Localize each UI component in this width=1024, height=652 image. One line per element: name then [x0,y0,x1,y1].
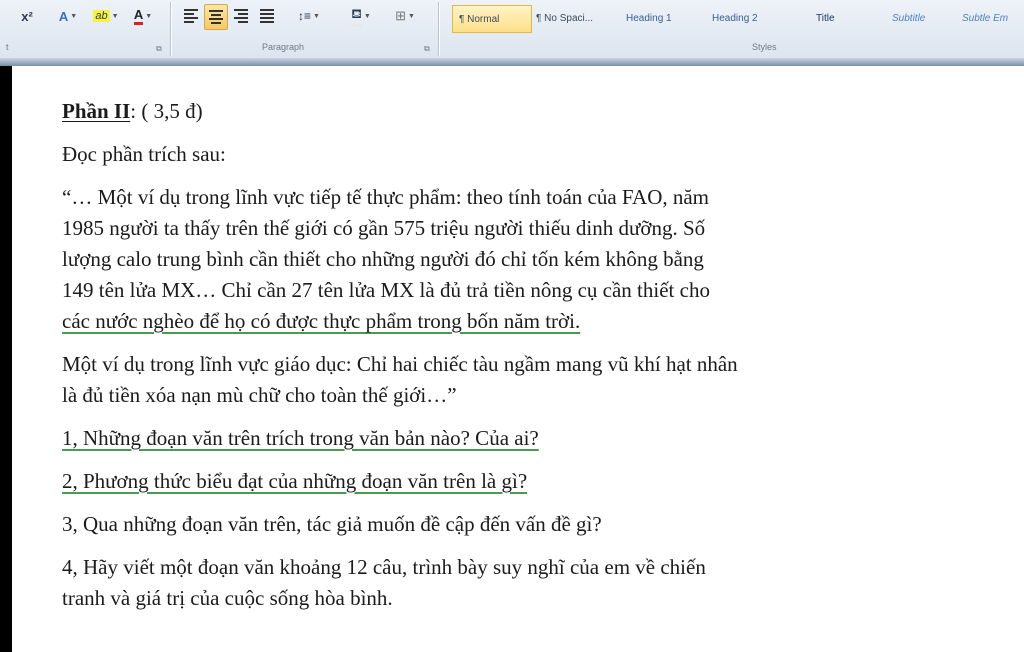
quote-line: 1985 người ta thấy trên thế giới có gần … [62,216,706,240]
justify-icon [260,9,274,23]
style-subtle-emphasis-label: Subtle Em [962,12,1009,24]
style-subtitle[interactable]: Subtitle [892,5,952,31]
ribbon: x² A ▼ ab ▼ A ▼ ⧉ t ↕≡ ▼ ⛾ ▼ ⊞ ▼ Paragraph ⧉ ¶… [0,0,1024,63]
align-center-button[interactable] [204,4,228,30]
question-line: 4, Hãy viết một đoạn văn khoảng 12 câu, … [62,555,706,579]
text-effects-button[interactable]: A ▼ [52,4,84,28]
borders-button[interactable]: ⊞ ▼ [388,4,422,28]
style-heading-2-label: Heading 2 [712,12,758,24]
chevron-down-icon: ▼ [407,12,415,20]
question-3: 3, Qua những đoạn văn trên, tác giả muốn… [62,509,902,540]
style-heading-1[interactable]: Heading 1 [626,5,696,31]
quote-line: lượng calo trung bình cần thiết cho nhữn… [62,247,704,271]
text-effects-icon: A [58,8,69,24]
question-text: 3, Qua những đoạn văn trên, tác giả muốn… [62,512,602,536]
clear-formatting-button[interactable]: x² [14,4,40,28]
align-left-button[interactable] [180,4,202,28]
quote-line: 149 tên lửa MX… Chỉ cần 27 tên lửa MX là… [62,278,710,302]
highlighter-icon: ab [93,10,110,22]
intro-paragraph: Đọc phần trích sau: [62,142,226,166]
align-right-icon [234,9,248,23]
justify-button[interactable] [256,4,278,28]
chevron-down-icon: ▼ [70,12,78,20]
question-1: 1, Những đoạn văn trên trích trong văn b… [62,423,902,454]
question-2: 2, Phương thức biểu đạt của những đoạn v… [62,466,902,497]
font-group-label-partial: t [6,42,9,52]
style-heading-1-label: Heading 1 [626,12,672,24]
chevron-down-icon: ▼ [111,12,119,20]
quote-line: các nước nghèo để họ có được thực phẩm t… [62,309,581,333]
quote-line: “… Một ví dụ trong lĩnh vực tiếp tế thực… [62,185,710,209]
chevron-down-icon: ▼ [363,12,371,20]
style-normal[interactable]: ¶ Normal [452,5,532,33]
section-heading-title: Phần II [62,99,131,123]
style-subtle-emphasis[interactable]: Subtle Em [962,5,1024,31]
section-heading-score: : ( 3,5 đ) [130,99,203,123]
ribbon-bottom-edge [0,58,1024,66]
paint-bucket-icon: ⛾ [351,6,362,27]
align-right-button[interactable] [230,4,252,28]
question-text: 2, Phương thức biểu đạt của những đoạn v… [62,469,528,493]
style-title[interactable]: Title [816,5,876,31]
group-divider [170,2,171,56]
font-color-icon: A [133,7,144,25]
style-subtitle-label: Subtitle [892,12,926,24]
chevron-down-icon: ▼ [145,12,153,20]
paragraph-dialog-launcher-icon[interactable]: ⧉ [424,44,430,54]
line-spacing-icon: ↕≡ [298,9,312,23]
question-text: 1, Những đoạn văn trên trích trong văn b… [62,426,539,450]
font-color-button[interactable]: A ▼ [126,4,160,28]
document-body[interactable]: Phần II: ( 3,5 đ) Đọc phần trích sau: “…… [62,96,902,626]
shading-button[interactable]: ⛾ ▼ [344,4,378,28]
section-heading: Phần II: ( 3,5 đ) [62,96,902,127]
styles-gallery: ¶ Normal ¶ No Spaci... Heading 1 Heading… [446,2,1024,36]
quote-paragraph-1: “… Một ví dụ trong lĩnh vực tiếp tế thực… [62,182,902,337]
styles-group-label: Styles [752,42,777,52]
align-center-icon [209,10,223,24]
quote-paragraph-2: Một ví dụ trong lĩnh vực giáo dục: Chỉ h… [62,349,902,411]
clear-formatting-label: x² [21,8,33,24]
chevron-down-icon: ▼ [313,12,320,20]
style-normal-label: ¶ Normal [459,13,500,25]
quote-line: Một ví dụ trong lĩnh vực giáo dục: Chỉ h… [62,352,738,376]
document-page[interactable]: Phần II: ( 3,5 đ) Đọc phần trích sau: “…… [12,66,1024,652]
quote-line: là đủ tiền xóa nạn mù chữ cho toàn thế g… [62,383,457,407]
question-line: tranh và giá trị của cuộc sống hòa bình. [62,586,393,610]
style-no-spacing[interactable]: ¶ No Spaci... [536,5,604,31]
highlight-color-button[interactable]: ab ▼ [88,4,124,28]
paragraph-group-label: Paragraph [262,42,305,52]
question-4: 4, Hãy viết một đoạn văn khoảng 12 câu, … [62,552,902,614]
style-no-spacing-label: ¶ No Spaci... [536,12,594,24]
group-divider [438,2,439,56]
style-title-label: Title [816,12,835,24]
font-dialog-launcher-icon[interactable]: ⧉ [156,44,162,54]
border-grid-icon: ⊞ [395,8,406,23]
line-spacing-button[interactable]: ↕≡ ▼ [292,4,326,28]
style-heading-2[interactable]: Heading 2 [712,5,782,31]
align-left-icon [184,9,198,23]
